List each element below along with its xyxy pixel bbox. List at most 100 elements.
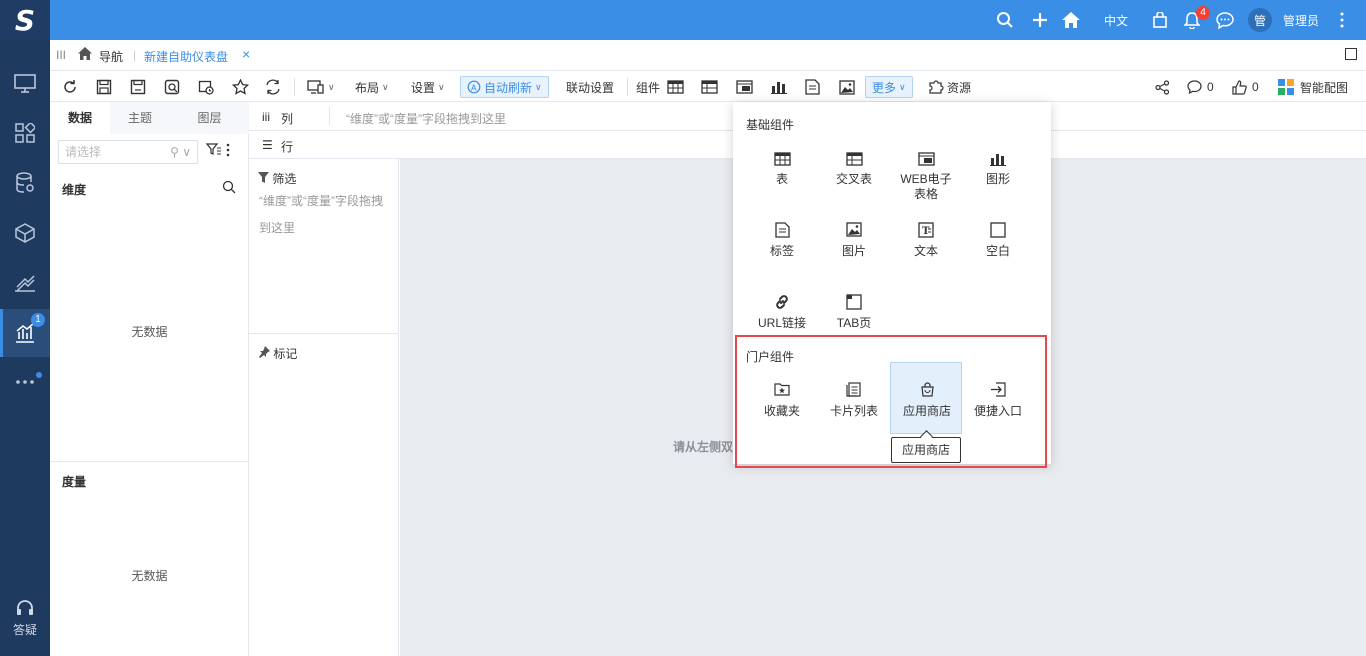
app-logo[interactable]: S — [0, 0, 50, 40]
refresh-icon[interactable] — [62, 76, 78, 98]
search-icon[interactable] — [993, 8, 1017, 32]
monitor-icon — [14, 74, 36, 93]
likes-button[interactable]: 0 — [1232, 76, 1259, 98]
sidebar-item-analysis[interactable] — [0, 259, 50, 307]
dimension-search-icon[interactable] — [222, 180, 236, 197]
add-icon[interactable] — [1028, 8, 1052, 32]
data-panel-tabs: 数据 主题 图层 — [50, 102, 249, 134]
link-icon — [746, 294, 818, 310]
app-root: S 中文 4 管 管理员 1 答疑 III 导航 | 新建自助仪表盘 × ∨ 布… — [0, 0, 1366, 656]
top-header: S 中文 4 管 管理员 — [0, 0, 1366, 40]
select-search-icon: ⚲ ∨ — [170, 145, 191, 159]
favorite-star-icon[interactable] — [232, 76, 249, 98]
columns-label: 列 — [281, 112, 294, 126]
nav-home-icon[interactable] — [77, 46, 93, 64]
tab-theme[interactable]: 主题 — [110, 102, 170, 134]
sidebar-item-monitor[interactable] — [0, 60, 50, 108]
component-table[interactable]: 表 — [746, 146, 818, 218]
schedule-icon[interactable] — [198, 76, 214, 98]
save-as-icon[interactable] — [130, 76, 146, 98]
share-icon[interactable] — [1155, 76, 1170, 98]
label-icon — [746, 222, 818, 238]
sidebar-item-model[interactable] — [0, 209, 50, 257]
text-icon: T — [890, 222, 962, 238]
link-settings-button[interactable]: 联动设置 — [566, 76, 614, 98]
preview-icon[interactable] — [164, 76, 180, 98]
more-components-dropdown[interactable]: 更多 ∨ — [865, 76, 913, 98]
sidebar-item-more[interactable] — [0, 358, 50, 406]
blank-icon — [962, 222, 1034, 238]
basic-components-title: 基础组件 — [746, 118, 795, 132]
component-chart[interactable]: 图形 — [962, 146, 1034, 218]
bag-icon[interactable] — [1148, 8, 1172, 32]
mark-section[interactable]: 标记 — [258, 345, 297, 362]
tab-list-icon[interactable]: III — [56, 48, 66, 62]
component-label[interactable]: 标签 — [746, 218, 818, 290]
filter-icon — [258, 172, 269, 183]
measure-empty: 无数据 — [131, 569, 168, 583]
measure-header: 度量 — [62, 475, 87, 489]
web-spreadsheet-component-icon[interactable] — [736, 76, 753, 98]
web-spreadsheet-icon — [890, 152, 962, 166]
device-icon — [307, 80, 324, 94]
chart-icon — [962, 152, 1034, 166]
image-component-icon[interactable] — [839, 76, 855, 98]
maximize-icon[interactable] — [1345, 48, 1357, 60]
auto-refresh-button[interactable]: A 自动刷新 ∨ — [460, 76, 549, 98]
tab-layers[interactable]: 图层 — [170, 102, 249, 134]
auto-refresh-icon: A — [467, 80, 481, 94]
shelf-divider — [329, 107, 330, 125]
field-filter-menu-icon[interactable] — [205, 142, 232, 161]
sidebar-item-datasource[interactable] — [0, 159, 50, 207]
dataset-select-placeholder: 请选择 — [65, 145, 102, 159]
settings-dropdown[interactable]: 设置 ∨ — [411, 76, 445, 98]
resources-button[interactable]: 资源 — [928, 76, 971, 98]
chart-component-icon[interactable] — [771, 76, 787, 98]
username[interactable]: 管理员 — [1283, 0, 1319, 40]
comments-button[interactable]: 0 — [1187, 76, 1214, 98]
toolbar-separator — [294, 78, 295, 96]
switch-icon[interactable] — [265, 76, 281, 98]
sidebar-item-apps[interactable] — [0, 109, 50, 157]
tab-page-icon — [818, 294, 890, 310]
component-image[interactable]: 图片 — [818, 218, 890, 290]
main-sidebar: 1 答疑 — [0, 40, 50, 656]
help-button[interactable]: 答疑 — [0, 598, 50, 648]
crosstab-icon — [818, 152, 890, 166]
tab-data[interactable]: 数据 — [50, 102, 110, 134]
image-icon — [818, 222, 890, 237]
filter-section[interactable]: 筛选 — [258, 170, 296, 187]
tab-close-icon[interactable]: × — [242, 46, 250, 62]
sidebar-item-dashboard[interactable]: 1 — [0, 309, 50, 357]
language-switch[interactable]: 中文 — [1104, 0, 1128, 40]
columns-hint: “维度”或“度量”字段拖拽到这里 — [346, 112, 506, 126]
tab-nav[interactable]: 导航 — [99, 48, 123, 65]
comment-icon — [1187, 80, 1202, 94]
device-preview-dropdown[interactable]: ∨ — [307, 76, 335, 98]
component-text[interactable]: T 文本 — [890, 218, 962, 290]
label-component-icon[interactable] — [805, 76, 820, 98]
message-icon[interactable] — [1213, 8, 1237, 32]
pin-icon — [259, 346, 270, 358]
table-component-icon[interactable] — [667, 76, 684, 98]
columns-icon: iii — [262, 110, 270, 124]
dataset-select[interactable]: 请选择 ⚲ ∨ — [58, 140, 198, 164]
crosstab-component-icon[interactable] — [701, 76, 718, 98]
color-palette-icon — [1278, 79, 1294, 95]
component-blank[interactable]: 空白 — [962, 218, 1034, 290]
tab-new-dashboard[interactable]: 新建自助仪表盘 — [144, 48, 228, 65]
headset-icon — [17, 600, 33, 615]
home-icon[interactable] — [1059, 8, 1083, 32]
layout-dropdown[interactable]: 布局 ∨ — [355, 76, 389, 98]
notification-bell-icon[interactable]: 4 — [1180, 6, 1210, 32]
more-vertical-icon[interactable] — [1330, 8, 1354, 32]
save-icon[interactable] — [96, 76, 112, 98]
user-avatar[interactable]: 管 — [1248, 8, 1272, 32]
component-crosstab[interactable]: 交叉表 — [818, 146, 890, 218]
bar-chart-icon — [16, 323, 34, 343]
smart-color-button[interactable]: 智能配图 — [1278, 76, 1348, 98]
puzzle-icon — [929, 80, 944, 94]
panel-divider — [50, 461, 249, 462]
ellipsis-icon — [16, 380, 34, 384]
component-web-spreadsheet[interactable]: WEB电子表格 — [890, 146, 962, 218]
